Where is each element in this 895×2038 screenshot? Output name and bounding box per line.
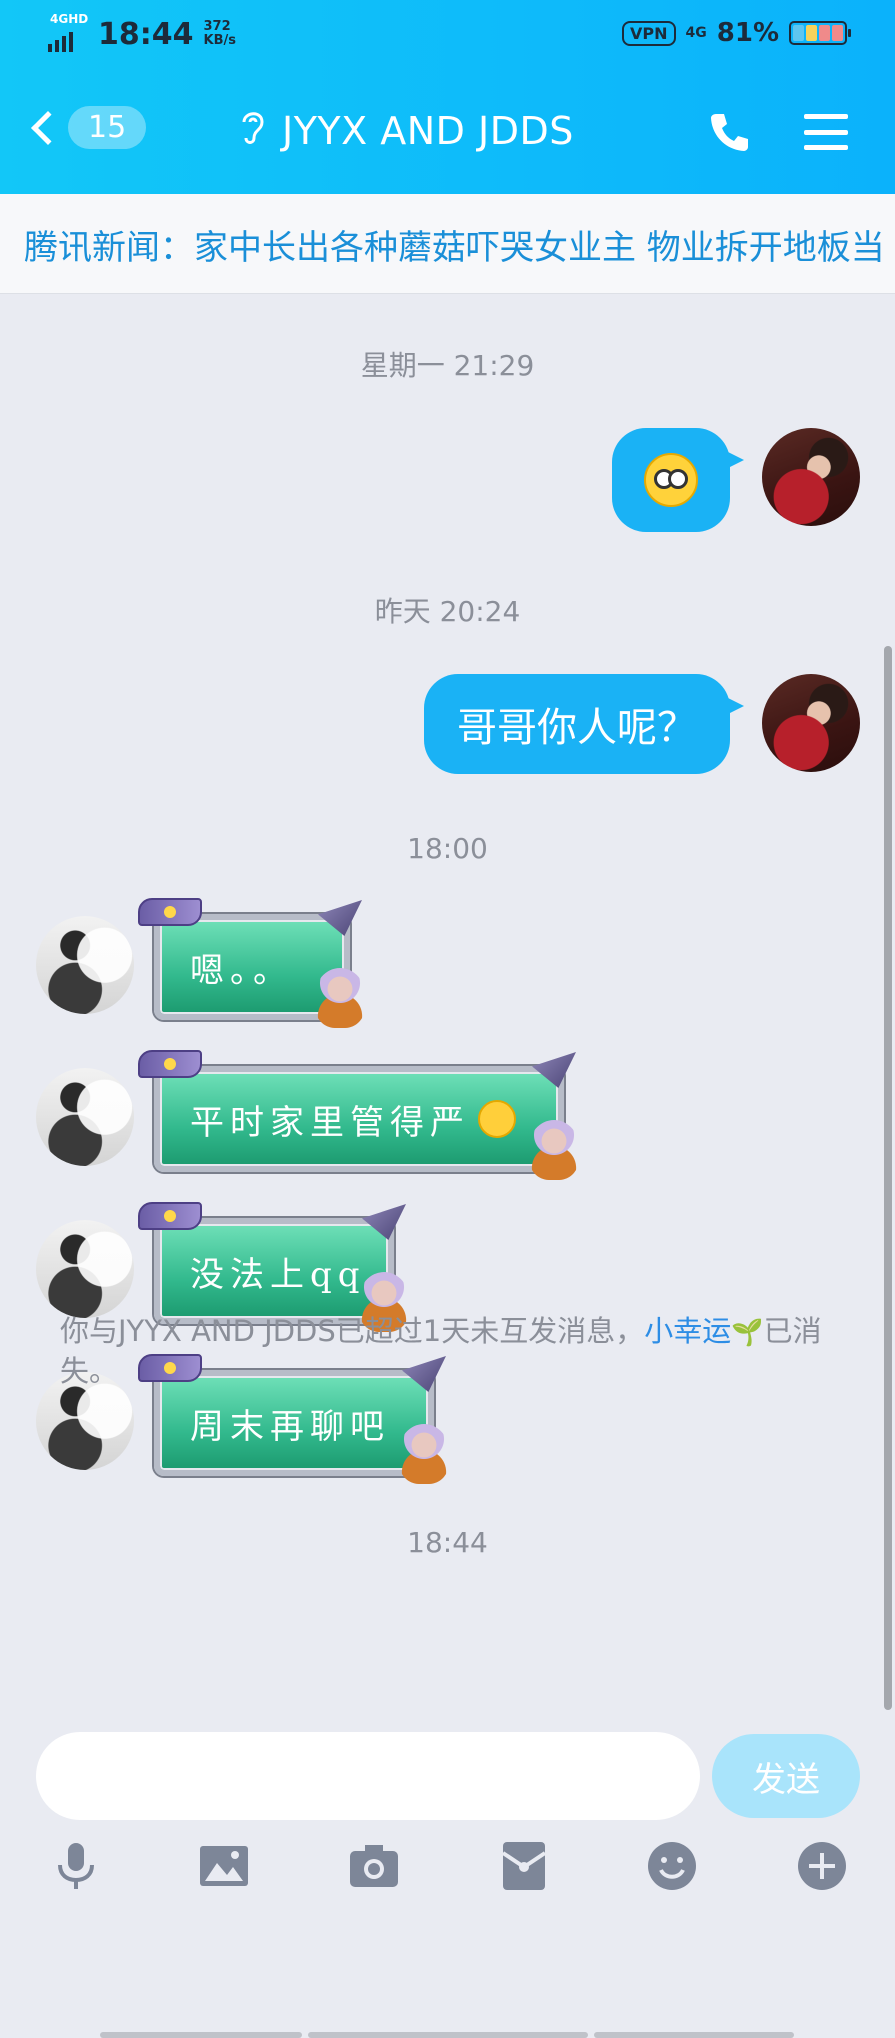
message-text: 没法上qq [190, 1254, 366, 1295]
unread-badge: 15 [68, 106, 147, 149]
back-button[interactable]: 15 [31, 106, 147, 149]
page-title: JYYX AND JDDS [282, 108, 574, 153]
input-toolbar [0, 1836, 895, 2038]
timestamp: 昨天 20:24 [374, 595, 521, 628]
nav-bar: 15 JYYX AND JDDS [0, 90, 895, 180]
notice-text: 你与JYYX AND JDDS已超过1天未互发消息， [60, 1314, 645, 1348]
ticker-text: 腾讯新闻：家中长出各种蘑菇吓哭女业主 物业拆开地板当 [24, 228, 885, 268]
system-notice: 你与JYYX AND JDDS已超过1天未互发消息，小幸运🌱已消失。 [60, 1312, 840, 1390]
shocked-face-icon [644, 453, 698, 507]
network-label: 4GHD [50, 12, 89, 26]
notice-link[interactable]: 小幸运 [644, 1314, 731, 1348]
chat-header: 4GHD 18:44 372 KB/s VPN 4G 81% 15 JYYX A… [0, 0, 895, 194]
sprout-icon: 🌱 [731, 1318, 764, 1348]
phone-icon[interactable] [706, 108, 754, 156]
character-sticker-icon [398, 1424, 450, 1484]
tab-indicator [308, 2032, 588, 2038]
tab-indicator [100, 2032, 302, 2038]
chat-area[interactable]: 星期一 21:29 昨天 20:24 哥哥你人呢？ 18:00 嗯。。 平时家里… [0, 294, 895, 1714]
sweat-face-icon [478, 1100, 516, 1138]
message-bubble-outgoing[interactable]: 哥哥你人呢？ [424, 674, 744, 774]
menu-icon[interactable] [804, 114, 848, 150]
title-group[interactable]: JYYX AND JDDS [238, 106, 574, 155]
avatar[interactable] [762, 674, 860, 772]
clock: 18:44 [98, 16, 194, 52]
avatar[interactable] [36, 1068, 134, 1166]
message-text: 嗯。。 [190, 950, 293, 991]
image-icon[interactable] [194, 1836, 254, 1896]
microphone-icon[interactable] [46, 1836, 106, 1896]
message-bubble-incoming[interactable]: 平时家里管得严 [138, 1050, 580, 1180]
bubble-ornament [138, 898, 202, 926]
bubble-ornament [532, 1052, 576, 1088]
timestamp: 18:00 [407, 832, 488, 865]
status-bar: 4GHD 18:44 372 KB/s VPN 4G 81% [0, 0, 895, 70]
emoji-icon[interactable] [642, 1836, 702, 1896]
character-sticker-icon [528, 1120, 580, 1180]
signal-icon: 4GHD [48, 12, 88, 52]
network-4g-icon: 4G [685, 25, 707, 41]
vpn-icon: VPN [622, 20, 676, 46]
red-packet-icon[interactable] [494, 1836, 554, 1896]
tab-indicator [594, 2032, 794, 2038]
battery-percent: 81% [716, 18, 779, 48]
message-bubble-outgoing[interactable] [612, 428, 744, 532]
ear-icon [238, 106, 268, 155]
input-bar: 发送 [0, 1714, 895, 2038]
message-text: 周末再聊吧 [190, 1406, 390, 1447]
bubble-ornament [138, 1202, 202, 1230]
scrollbar[interactable] [884, 646, 892, 1710]
message-text: 平时家里管得严 [190, 1102, 470, 1143]
avatar[interactable] [36, 1220, 134, 1318]
character-sticker-icon [314, 968, 366, 1028]
plus-icon[interactable] [792, 1836, 852, 1896]
send-button[interactable]: 发送 [712, 1734, 860, 1818]
message-bubble-incoming[interactable]: 没法上qq [138, 1202, 410, 1332]
timestamp: 18:44 [407, 1526, 488, 1559]
bubble-ornament [318, 900, 362, 936]
message-input[interactable] [36, 1732, 700, 1820]
message-bubble-incoming[interactable]: 嗯。。 [138, 898, 366, 1028]
message-text: 哥哥你人呢？ [457, 705, 697, 751]
avatar[interactable] [762, 428, 860, 526]
camera-icon[interactable] [344, 1836, 404, 1896]
chevron-left-icon [31, 110, 65, 145]
bubble-ornament [138, 1050, 202, 1078]
news-ticker[interactable]: 腾讯新闻：家中长出各种蘑菇吓哭女业主 物业拆开地板当 [0, 194, 895, 294]
bubble-ornament [362, 1204, 406, 1240]
battery-icon [789, 21, 851, 45]
net-speed: 372 KB/s [203, 19, 236, 48]
avatar[interactable] [36, 916, 134, 1014]
timestamp: 星期一 21:29 [360, 349, 535, 382]
